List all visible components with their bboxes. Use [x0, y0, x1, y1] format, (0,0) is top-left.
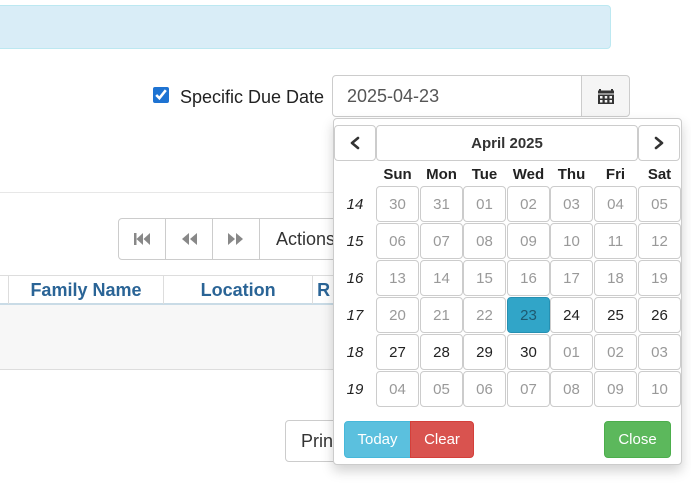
calendar-day-selected[interactable]: 23	[507, 297, 550, 333]
chevron-right-icon	[654, 136, 664, 150]
pager-toolbar: Actions	[118, 218, 349, 260]
calendar-day[interactable]: 26	[638, 297, 681, 333]
calendar-day[interactable]: 30	[376, 186, 419, 222]
specific-due-date-checkbox[interactable]	[153, 87, 169, 103]
previous-page-icon	[182, 233, 197, 245]
calendar-day[interactable]: 16	[507, 260, 550, 296]
calendar-day[interactable]: 21	[420, 297, 463, 333]
calendar-day[interactable]: 17	[550, 260, 593, 296]
today-button[interactable]: Today	[344, 421, 411, 458]
calendar-day[interactable]: 08	[550, 371, 593, 407]
calendar-day[interactable]: 01	[550, 334, 593, 370]
calendar-day[interactable]: 05	[420, 371, 463, 407]
calendar-day[interactable]: 09	[594, 371, 637, 407]
week-number: 17	[346, 306, 364, 324]
month-year-title[interactable]: April 2025	[376, 125, 638, 161]
column-header-location[interactable]: Location	[164, 276, 314, 304]
calendar-day[interactable]: 13	[376, 260, 419, 296]
column-header-family-name[interactable]: Family Name	[9, 276, 165, 304]
weekday-label: Tue	[471, 166, 498, 183]
column-header-select[interactable]	[0, 276, 9, 304]
previous-month-button[interactable]	[334, 125, 376, 161]
datepicker-popup: April 2025 Sun Mon Tue Wed Thu Fri Sat 14 30 31 0…	[333, 118, 682, 465]
weekday-label: Wed	[512, 166, 545, 183]
calendar-day[interactable]: 02	[507, 186, 550, 222]
calendar-day[interactable]: 29	[463, 334, 506, 370]
calendar-day[interactable]: 10	[550, 223, 593, 259]
first-page-button[interactable]	[118, 218, 166, 260]
chevron-left-icon	[350, 136, 360, 150]
weekday-label: Sun	[383, 166, 412, 183]
weekday-header-row: Sun Mon Tue Wed Thu Fri Sat	[334, 166, 683, 186]
results-table-body	[0, 305, 341, 370]
weekday-label: Sat	[647, 166, 672, 183]
calendar-day[interactable]: 11	[594, 223, 637, 259]
results-table-header: Family Name Location R	[0, 275, 341, 305]
calendar-day[interactable]: 08	[463, 223, 506, 259]
calendar-day[interactable]: 06	[376, 223, 419, 259]
weekday-label: Mon	[426, 166, 457, 183]
due-date-input[interactable]	[332, 75, 582, 117]
calendar-icon	[597, 89, 614, 104]
calendar-day[interactable]: 01	[463, 186, 506, 222]
info-alert-bar	[0, 5, 611, 49]
close-button[interactable]: Close	[604, 421, 671, 458]
calendar-day[interactable]: 04	[594, 186, 637, 222]
week-number: 15	[346, 232, 364, 250]
calendar-day[interactable]: 22	[463, 297, 506, 333]
calendar-day[interactable]: 28	[420, 334, 463, 370]
calendar-day[interactable]: 20	[376, 297, 419, 333]
calendar-day[interactable]: 03	[550, 186, 593, 222]
section-divider	[0, 192, 340, 193]
calendar-day[interactable]: 10	[638, 371, 681, 407]
calendar-day[interactable]: 30	[507, 334, 550, 370]
calendar-day[interactable]: 03	[638, 334, 681, 370]
specific-due-date-label[interactable]: Specific Due Date	[180, 87, 324, 108]
calendar-day[interactable]: 15	[463, 260, 506, 296]
calendar-day[interactable]: 19	[638, 260, 681, 296]
first-page-icon	[134, 233, 150, 245]
week-number: 18	[346, 343, 364, 361]
calendar-day[interactable]: 06	[463, 371, 506, 407]
calendar-day[interactable]: 09	[507, 223, 550, 259]
calendar-day[interactable]: 05	[638, 186, 681, 222]
calendar-day[interactable]: 27	[376, 334, 419, 370]
calendar-day[interactable]: 07	[420, 223, 463, 259]
calendar-day[interactable]: 14	[420, 260, 463, 296]
weekday-label: Thu	[557, 166, 586, 183]
calendar-day[interactable]: 31	[420, 186, 463, 222]
next-month-button[interactable]	[638, 125, 680, 161]
datepicker-footer: Today Clear Close	[344, 421, 671, 458]
calendar-day[interactable]: 04	[376, 371, 419, 407]
calendar-toggle-button[interactable]	[581, 75, 630, 117]
calendar-day[interactable]: 24	[550, 297, 593, 333]
next-page-icon	[228, 233, 243, 245]
week-number: 14	[346, 195, 364, 213]
calendar-day[interactable]: 02	[594, 334, 637, 370]
previous-page-button[interactable]	[165, 218, 213, 260]
weekday-label: Fri	[605, 166, 626, 183]
clear-button[interactable]: Clear	[410, 421, 474, 458]
next-page-button[interactable]	[212, 218, 260, 260]
due-date-row: Specific Due Date	[0, 75, 691, 117]
week-number: 16	[346, 269, 364, 287]
calendar-day[interactable]: 18	[594, 260, 637, 296]
calendar-day[interactable]: 12	[638, 223, 681, 259]
calendar-day[interactable]: 25	[594, 297, 637, 333]
week-number: 19	[346, 380, 364, 398]
calendar-day[interactable]: 07	[507, 371, 550, 407]
